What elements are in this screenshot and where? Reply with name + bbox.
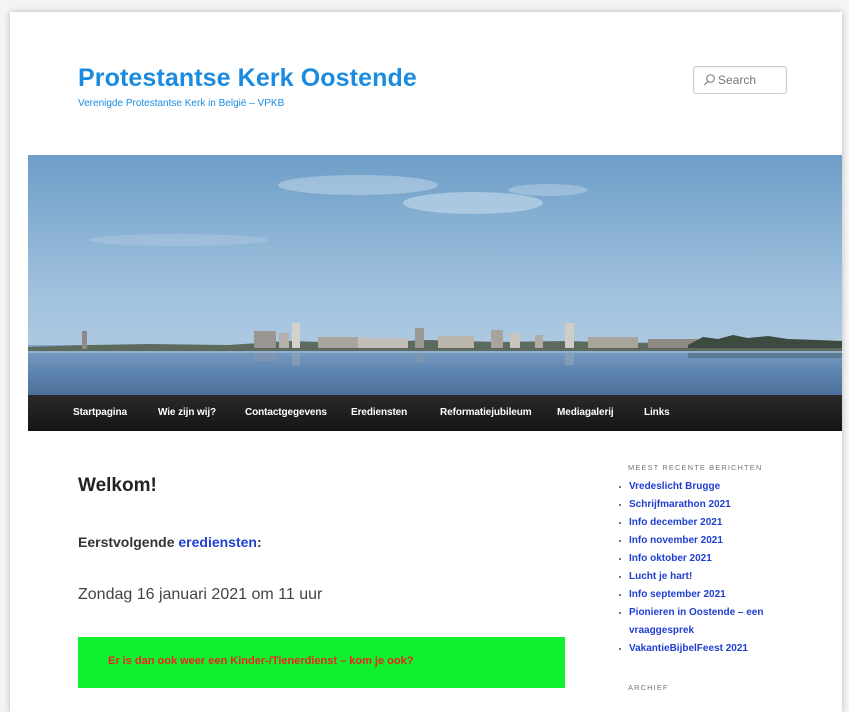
nav-item-reformatiejubileum[interactable]: Reformatiejubileum (440, 395, 532, 431)
site-tagline: Verenigde Protestantse Kerk in België – … (78, 98, 285, 109)
recent-post-link[interactable]: Schrijfmarathon 2021 (618, 496, 798, 514)
main-navigation: Startpagina Wie zijn wij? Contactgegeven… (28, 395, 842, 431)
site-title[interactable]: Protestantse Kerk Oostende (78, 64, 417, 93)
recent-post-link[interactable]: Info november 2021 (618, 532, 798, 550)
search-box[interactable] (693, 66, 787, 94)
nav-item-erediensten[interactable]: Erediensten (351, 395, 407, 431)
search-icon (704, 74, 715, 86)
recent-posts-title: MEEST RECENTE BERICHTEN (628, 463, 763, 472)
archive-title: ARCHIEF (628, 683, 669, 692)
service-date: Zondag 16 januari 2021 om 11 uur (78, 586, 323, 603)
recent-post-link[interactable]: Info december 2021 (618, 514, 798, 532)
page: Protestantse Kerk Oostende Verenigde Pro… (10, 12, 842, 712)
page-heading: Welkom! (78, 475, 157, 496)
nav-item-wie-zijn-wij[interactable]: Wie zijn wij? (158, 395, 216, 431)
recent-post-link[interactable]: Vredeslicht Brugge (618, 478, 798, 496)
recent-post-link[interactable]: Pionieren in Oostende – een vraaggesprek (618, 604, 798, 640)
next-services-heading: Eerstvolgende erediensten: (78, 534, 262, 550)
header-banner-image (28, 155, 842, 395)
next-services-prefix: Eerstvolgende (78, 534, 179, 550)
nav-item-mediagalerij[interactable]: Mediagalerij (557, 395, 614, 431)
nav-item-startpagina[interactable]: Startpagina (73, 395, 127, 431)
nav-item-contactgegevens[interactable]: Contactgegevens (245, 395, 327, 431)
next-services-suffix: : (256, 534, 262, 550)
notice-box: Er is dan ook weer een Kinder-/Tienerdie… (78, 637, 565, 688)
recent-post-link[interactable]: Info oktober 2021 (618, 550, 798, 568)
erediensten-link[interactable]: erediensten (178, 534, 257, 550)
recent-post-link[interactable]: Lucht je hart! (618, 568, 798, 586)
recent-post-link[interactable]: VakantieBijbelFeest 2021 (618, 640, 798, 658)
recent-post-link[interactable]: Info september 2021 (618, 586, 798, 604)
search-input[interactable] (718, 71, 782, 88)
notice-text: Er is dan ook weer een Kinder-/Tienerdie… (108, 655, 414, 667)
nav-item-links[interactable]: Links (644, 395, 670, 431)
recent-posts-list: Vredeslicht Brugge Schrijfmarathon 2021 … (618, 478, 798, 658)
